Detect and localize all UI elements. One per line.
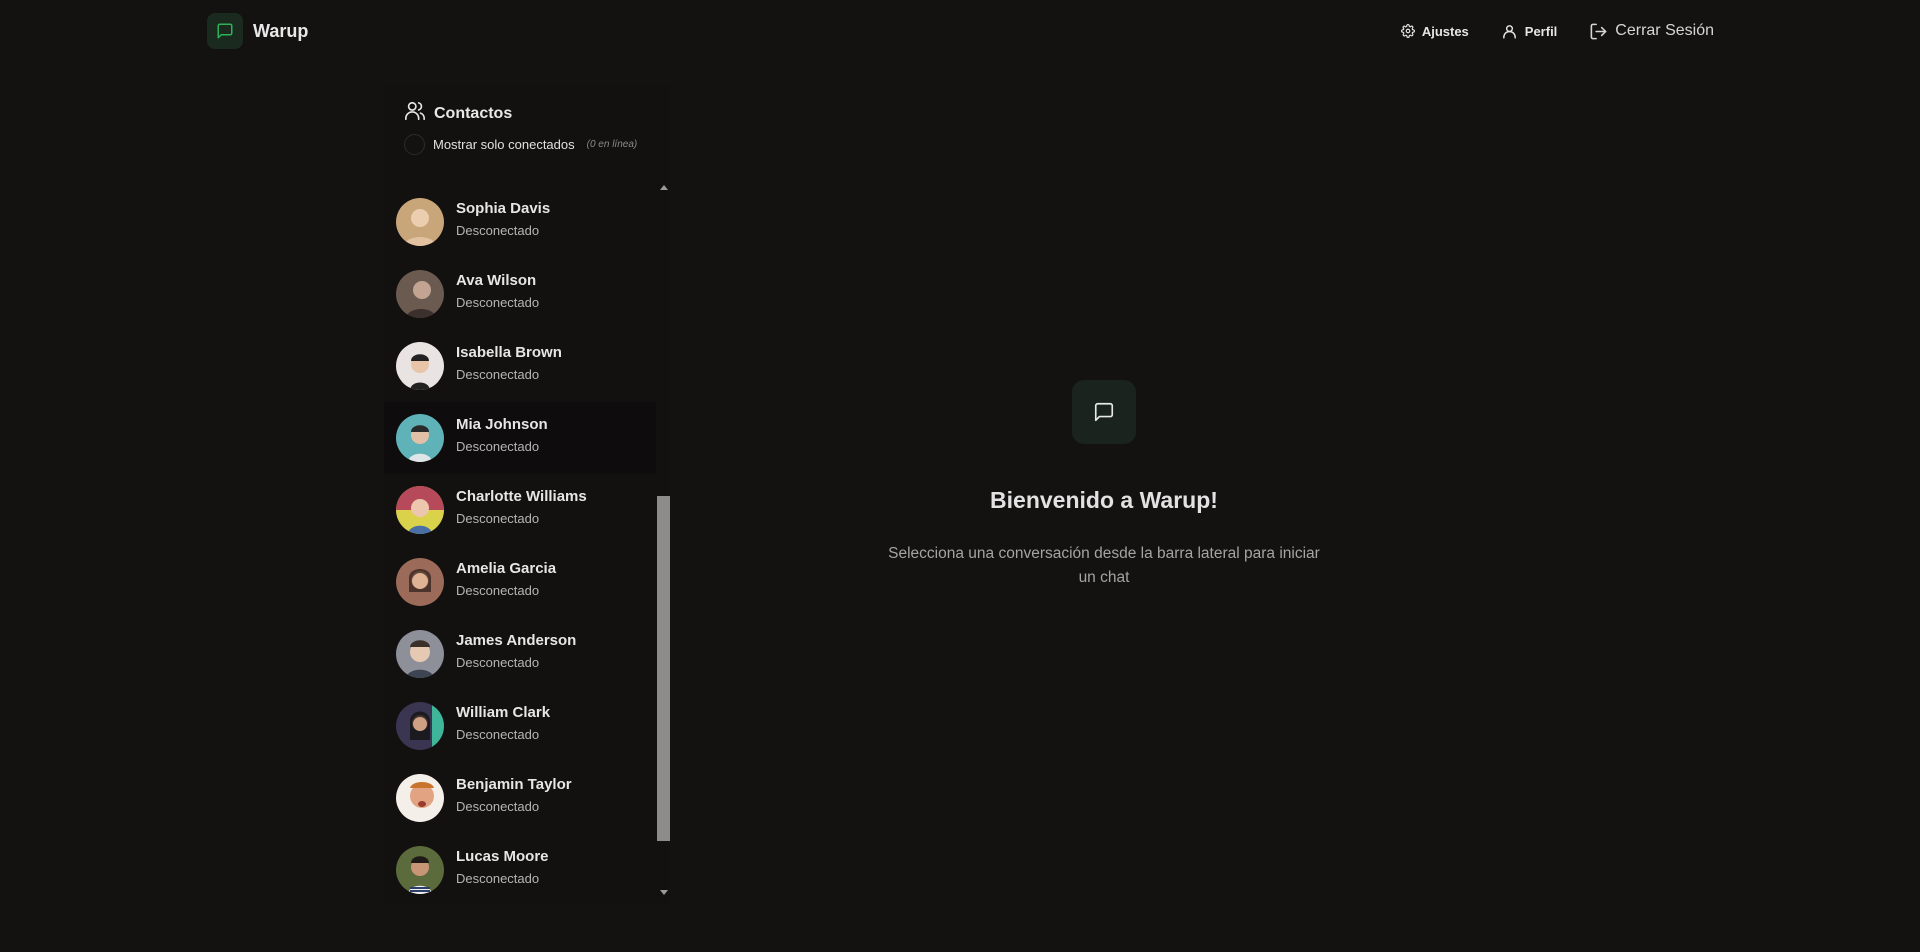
contacts-sidebar: Contactos Mostrar solo conectados (0 en … — [384, 84, 670, 904]
contact-status: Desconectado — [456, 295, 540, 310]
sidebar-header: Contactos — [404, 100, 512, 127]
contact-name: Mia Johnson — [456, 416, 548, 433]
contact-name: James Anderson — [456, 632, 577, 649]
scrollbar-thumb[interactable] — [657, 496, 670, 841]
profile-button[interactable]: Perfil — [1501, 23, 1558, 40]
contact-list: Sophia Davis Desconectado Ava Wilson Des… — [384, 182, 670, 904]
contact-item[interactable]: James Anderson Desconectado — [384, 618, 656, 690]
contact-name: Ava Wilson — [456, 272, 537, 289]
log-out-icon — [1589, 22, 1608, 41]
contact-name: Isabella Brown — [456, 344, 562, 361]
avatar — [396, 414, 444, 462]
contact-item[interactable]: Lucas Moore Desconectado — [384, 834, 656, 904]
contact-name: Benjamin Taylor — [456, 776, 572, 793]
avatar — [396, 702, 444, 750]
message-square-icon — [207, 13, 243, 49]
avatar — [396, 270, 444, 318]
contact-status: Desconectado — [456, 871, 540, 886]
contact-status: Desconectado — [456, 439, 540, 454]
avatar — [396, 486, 444, 534]
contact-item[interactable]: Sophia Davis Desconectado — [384, 186, 656, 258]
contact-item[interactable]: William Clark Desconectado — [384, 690, 656, 762]
user-icon — [1501, 23, 1518, 40]
contact-status: Desconectado — [456, 367, 540, 382]
settings-label: Ajustes — [1421, 23, 1469, 39]
users-icon — [404, 100, 426, 127]
contact-status: Desconectado — [456, 655, 540, 670]
gear-icon — [1400, 24, 1415, 38]
scroll-down-arrow[interactable] — [658, 887, 670, 897]
contact-status: Desconectado — [456, 583, 540, 598]
online-count: (0 en línea) — [586, 139, 638, 150]
sidebar-title: Contactos — [434, 104, 513, 122]
welcome-subtitle: Selecciona una conversación desde la bar… — [888, 545, 1320, 586]
settings-button[interactable]: Ajustes — [1400, 23, 1469, 39]
avatar — [396, 846, 444, 894]
profile-label: Perfil — [1524, 23, 1558, 39]
contact-item[interactable]: Ava Wilson Desconectado — [384, 258, 656, 330]
contact-name: Charlotte Williams — [456, 488, 587, 505]
avatar — [396, 774, 444, 822]
contact-status: Desconectado — [456, 223, 540, 238]
avatar — [396, 198, 444, 246]
header-nav: Ajustes Perfil Cerrar Sesión — [1400, 20, 1714, 42]
online-filter-toggle[interactable] — [404, 134, 425, 155]
avatar — [396, 342, 444, 390]
online-filter: Mostrar solo conectados (0 en línea) — [404, 134, 637, 155]
contact-item[interactable]: Amelia Garcia Desconectado — [384, 546, 656, 618]
contact-status: Desconectado — [456, 727, 540, 742]
contact-item[interactable]: Isabella Brown Desconectado — [384, 330, 656, 402]
top-bar: Warup Ajustes Perfil Cerrar Sesión — [0, 0, 1920, 62]
brand[interactable]: Warup — [207, 13, 308, 49]
contact-status: Desconectado — [456, 511, 540, 526]
contact-status: Desconectado — [456, 799, 540, 814]
online-filter-label[interactable]: Mostrar solo conectados — [433, 137, 575, 152]
welcome-title: Bienvenido a Warup! — [990, 487, 1218, 513]
logout-label: Cerrar Sesión — [1615, 22, 1714, 39]
contact-item[interactable]: Benjamin Taylor Desconectado — [384, 762, 656, 834]
logout-button[interactable]: Cerrar Sesión — [1589, 22, 1714, 41]
app-name: Warup — [253, 20, 309, 41]
contact-name: Lucas Moore — [456, 848, 549, 865]
avatar — [396, 630, 444, 678]
avatar — [396, 558, 444, 606]
contact-item[interactable]: Charlotte Williams Desconectado — [384, 474, 656, 546]
contact-name: Amelia Garcia — [456, 560, 557, 577]
message-square-icon — [1072, 380, 1136, 444]
scroll-up-arrow[interactable] — [658, 182, 670, 192]
contact-name: Sophia Davis — [456, 200, 551, 217]
contact-name: William Clark — [456, 704, 551, 721]
contact-item[interactable]: Mia Johnson Desconectado — [384, 402, 656, 474]
